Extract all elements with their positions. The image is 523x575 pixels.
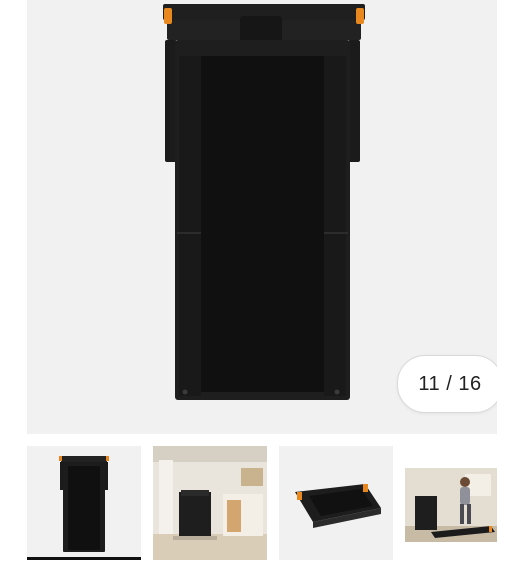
treadmill-folded-thumb [279, 446, 393, 560]
woman-on-treadmill-thumb [405, 446, 497, 560]
thumbnail-4[interactable] [405, 446, 497, 560]
treadmill-living-room-thumb [153, 446, 267, 560]
image-counter: 11 / 16 [397, 355, 497, 413]
image-counter-text: 11 / 16 [418, 372, 482, 395]
thumbnail-1[interactable] [27, 446, 141, 560]
main-product-image[interactable]: 11 / 16 [27, 0, 497, 434]
thumbnail-strip [0, 444, 523, 575]
treadmill-top-view-thumb [27, 446, 141, 560]
thumbnail-3[interactable] [279, 446, 393, 560]
thumbnail-2[interactable] [153, 446, 267, 560]
